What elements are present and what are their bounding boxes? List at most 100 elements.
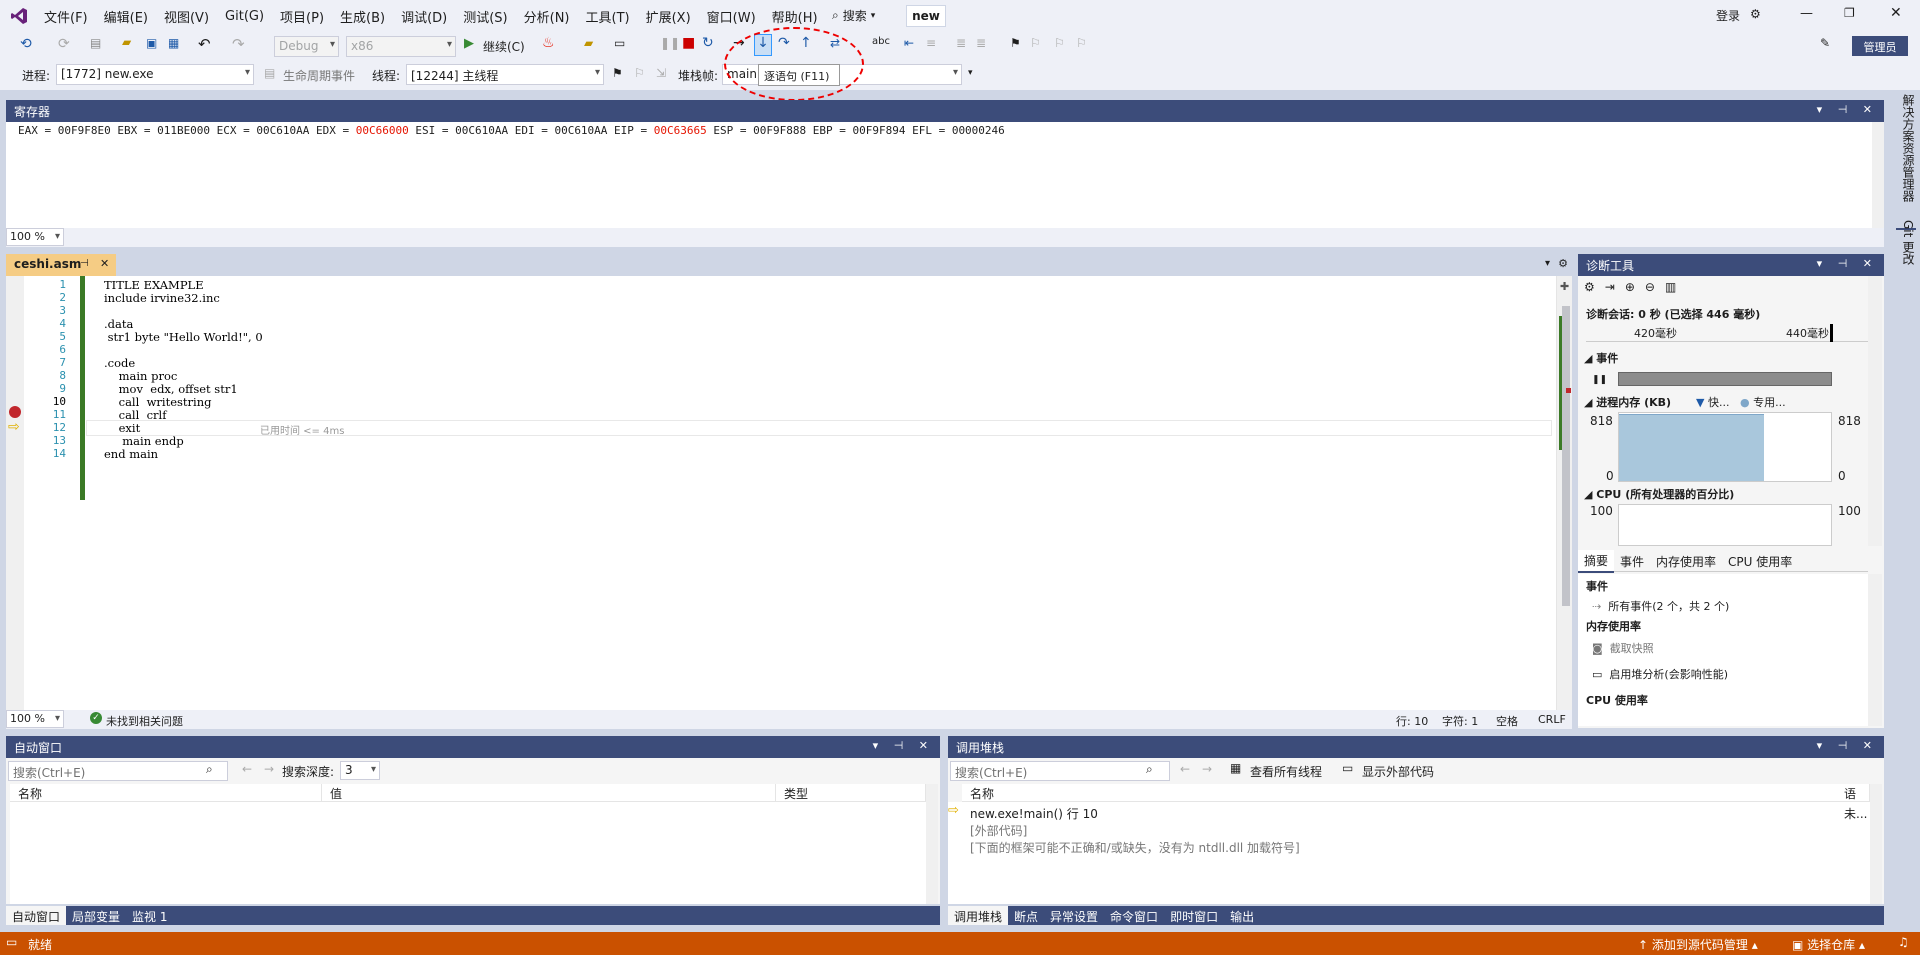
code-editor[interactable]: ⇨ 1 TITLE EXAMPLE 2 include irvine32.inc 3 4.… bbox=[6, 276, 1572, 710]
callstack-tab[interactable]: 输出 bbox=[1224, 906, 1260, 925]
table-row[interactable]: ⇨ new.exe!main() 行 10 未... bbox=[948, 803, 1870, 821]
stop-icon[interactable]: ■ bbox=[682, 35, 695, 51]
menu-item[interactable]: 窗口(W) bbox=[699, 7, 764, 26]
code-line[interactable]: .data bbox=[104, 317, 133, 331]
solution-explorer-tab[interactable]: 解决方案资源管理器 bbox=[1900, 94, 1917, 202]
search-icon[interactable]: ⌕ bbox=[206, 762, 213, 777]
search-icon[interactable]: ⌕ bbox=[1146, 762, 1153, 777]
col-name[interactable]: 名称 bbox=[10, 784, 322, 802]
git-changes-tab[interactable]: Git 更改 bbox=[1900, 220, 1917, 265]
diagnostics-tab[interactable]: 摘要 bbox=[1578, 550, 1615, 573]
clear-bookmarks-icon[interactable]: ⚐ bbox=[1076, 36, 1087, 50]
gear-icon[interactable]: ⚙ bbox=[1584, 280, 1595, 294]
table-row[interactable]: [下面的框架可能不正确和/或缺失，没有为 ntdll.dll 加载符号] bbox=[948, 838, 1870, 855]
show-external-code-button[interactable]: 显示外部代码 bbox=[1362, 763, 1434, 780]
save-icon[interactable]: ▣ bbox=[146, 36, 157, 50]
overflow-icon[interactable]: ▾ bbox=[968, 68, 973, 78]
autos-scrollbar[interactable] bbox=[926, 784, 938, 904]
events-section[interactable]: ◢ 事件 bbox=[1584, 350, 1618, 366]
hot-reload-icon[interactable]: ♨ bbox=[542, 35, 555, 51]
breakpoint-toggle-icon[interactable]: ⇤ bbox=[904, 36, 914, 50]
col-name[interactable]: 名称 bbox=[962, 784, 1856, 802]
menu-item[interactable]: 视图(V) bbox=[156, 7, 217, 26]
editor-zoom[interactable]: 100 % bbox=[6, 710, 64, 728]
callstack-tab[interactable]: 异常设置 bbox=[1044, 906, 1104, 925]
close-button[interactable]: ✕ bbox=[1890, 5, 1902, 21]
pause-icon[interactable]: ❚❚ bbox=[660, 36, 680, 50]
table-row[interactable]: [外部代码] bbox=[948, 821, 1870, 838]
take-snapshot-button[interactable]: ◙ 截取快照 bbox=[1592, 640, 1654, 656]
callstack-tab[interactable]: 断点 bbox=[1008, 906, 1044, 925]
callstack-tab[interactable]: 调用堆栈 bbox=[948, 906, 1009, 925]
eol-indicator[interactable]: CRLF bbox=[1538, 713, 1566, 726]
autos-tab[interactable]: 监视 1 bbox=[126, 906, 173, 925]
platform-select[interactable]: x86 bbox=[346, 36, 456, 57]
forward-icon[interactable]: → bbox=[1202, 762, 1212, 776]
autos-search-input[interactable]: 搜索(Ctrl+E) bbox=[8, 761, 228, 781]
panel-controls[interactable]: ▾ ⊣ ✕ bbox=[1817, 257, 1878, 270]
code-line[interactable]: .code bbox=[104, 356, 135, 370]
prev-bookmark-icon[interactable]: ⚐ bbox=[1030, 36, 1041, 50]
code-line[interactable]: main endp bbox=[104, 434, 183, 448]
thread-select[interactable]: [12244] 主线程 bbox=[406, 64, 604, 85]
diagnostics-tab[interactable]: 事件 bbox=[1614, 551, 1650, 572]
menu-item[interactable]: 工具(T) bbox=[578, 7, 638, 26]
col-language[interactable]: 语言 bbox=[1842, 784, 1870, 802]
filter-icon[interactable]: ⚐ bbox=[634, 66, 645, 80]
lifecycle-icon[interactable]: ▤ bbox=[264, 66, 275, 80]
memory-section[interactable]: ◢ 进程内存 (KB) bbox=[1584, 394, 1671, 410]
menu-item[interactable]: 文件(F) bbox=[36, 7, 96, 26]
search-button[interactable]: ⌕ 搜索 ▾ bbox=[832, 7, 875, 24]
back-icon[interactable]: ← bbox=[1180, 762, 1190, 776]
account-settings-icon[interactable]: ⚙ bbox=[1750, 7, 1761, 21]
open-file-icon[interactable]: ▰ bbox=[122, 35, 131, 49]
diagnostics-tab[interactable]: CPU 使用率 bbox=[1722, 551, 1798, 572]
depth-select[interactable]: 3 bbox=[340, 761, 380, 780]
callstack-search-input[interactable]: 搜索(Ctrl+E) bbox=[950, 761, 1170, 781]
back-icon[interactable]: ← bbox=[242, 762, 252, 776]
callstack-tab[interactable]: 命令窗口 bbox=[1104, 906, 1164, 925]
menu-item[interactable]: 项目(P) bbox=[272, 7, 332, 26]
view-all-threads-button[interactable]: 查看所有线程 bbox=[1250, 763, 1322, 780]
char-indicator[interactable]: 字符: 1 bbox=[1442, 713, 1478, 729]
attach-icon[interactable]: ▰ bbox=[584, 36, 593, 50]
autos-tab[interactable]: 局部变量 bbox=[66, 906, 126, 925]
continue-button[interactable]: 继续(C) bbox=[483, 38, 525, 55]
panel-controls[interactable]: ▾ ⊣ ✕ bbox=[873, 739, 934, 752]
code-line[interactable]: end main bbox=[104, 447, 158, 461]
editor-scrollbar[interactable]: ✚ bbox=[1556, 276, 1572, 710]
code-line[interactable]: mov edx, offset str1 bbox=[104, 382, 238, 396]
login-link[interactable]: 登录 bbox=[1716, 7, 1740, 24]
layout-icon[interactable]: ▭ bbox=[614, 36, 625, 50]
forward-icon[interactable]: → bbox=[264, 762, 274, 776]
bookmark-icon[interactable]: ⚑ bbox=[1010, 36, 1021, 50]
redo-icon[interactable]: ↷ bbox=[232, 35, 245, 53]
select-repo-button[interactable]: ▣ 选择仓库 ▴ bbox=[1792, 936, 1865, 953]
menu-item[interactable]: Git(G) bbox=[217, 9, 272, 24]
next-bookmark-icon[interactable]: ⚐ bbox=[1054, 36, 1065, 50]
chart-icon[interactable]: ▥ bbox=[1665, 280, 1676, 294]
spell-check-icon[interactable]: abc bbox=[872, 36, 890, 47]
panel-controls[interactable]: ▾ ⊣ ✕ bbox=[1817, 739, 1878, 752]
code-line[interactable]: str1 byte "Hello World!", 0 bbox=[104, 330, 263, 344]
pin-icon[interactable]: ⊣ bbox=[80, 258, 89, 269]
callstack-tab[interactable]: 即时窗口 bbox=[1164, 906, 1224, 925]
notifications-icon[interactable]: ♫ bbox=[1898, 935, 1909, 949]
forward-icon[interactable]: ⟳ bbox=[58, 36, 70, 52]
menu-item[interactable]: 测试(S) bbox=[455, 7, 515, 26]
configuration-select[interactable]: Debug bbox=[274, 36, 339, 57]
format-icon[interactable]: ≡ bbox=[926, 36, 936, 50]
registers-scrollbar[interactable] bbox=[1872, 122, 1884, 230]
maximize-button[interactable]: ❐ bbox=[1844, 6, 1855, 20]
callstack-scrollbar[interactable] bbox=[1870, 784, 1882, 904]
menu-item[interactable]: 分析(N) bbox=[516, 7, 578, 26]
col-type[interactable]: 类型 bbox=[776, 784, 926, 802]
registers-zoom[interactable]: 100 % bbox=[6, 228, 64, 246]
editor-settings-icon[interactable]: ⚙ bbox=[1558, 257, 1568, 270]
continue-icon[interactable]: ▶ bbox=[464, 36, 474, 51]
code-line[interactable]: include irvine32.inc bbox=[104, 291, 220, 305]
cpu-section[interactable]: ◢ CPU (所有处理器的百分比) bbox=[1584, 486, 1734, 502]
restart-icon[interactable]: ↻ bbox=[702, 35, 714, 51]
menu-item[interactable]: 编辑(E) bbox=[96, 7, 156, 26]
comment-icon[interactable]: ≣ bbox=[956, 36, 966, 50]
